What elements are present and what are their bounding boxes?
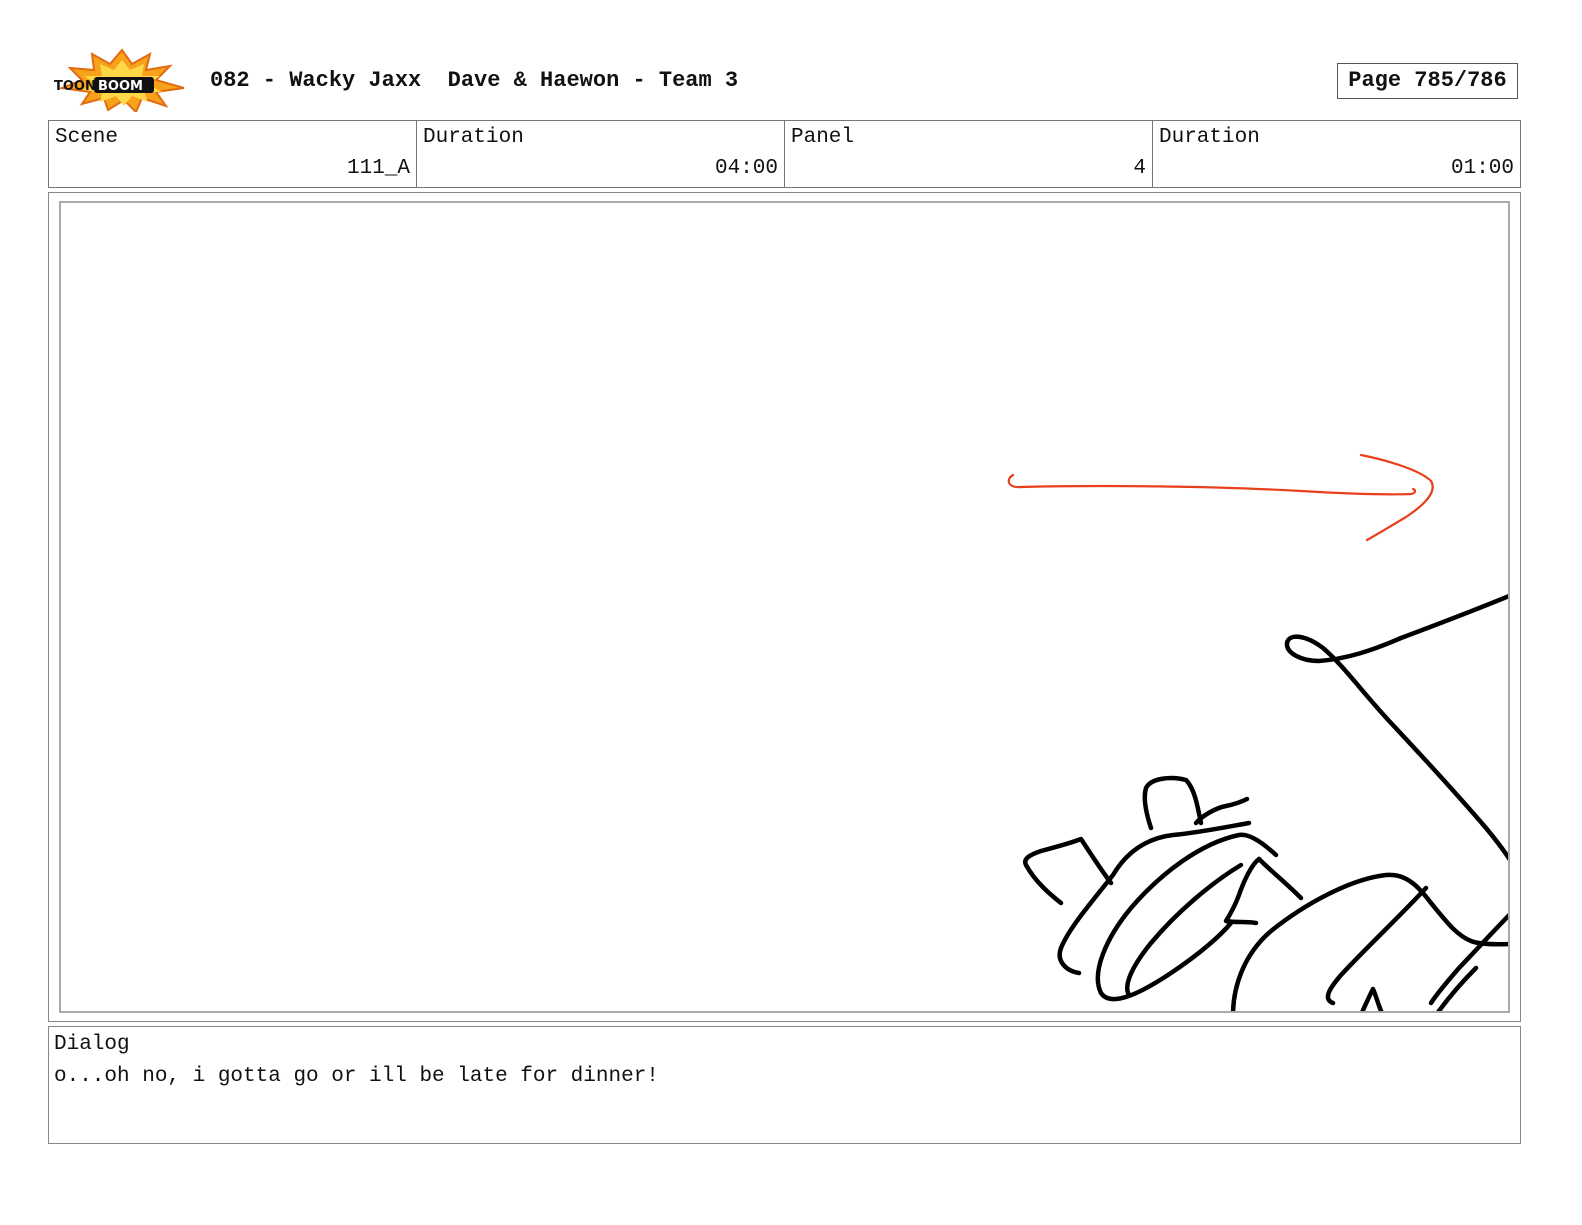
panel-cell: Panel 4 (785, 121, 1153, 187)
panel-label: Panel (791, 126, 855, 149)
storyboard-panel (48, 192, 1521, 1022)
scene-label: Scene (55, 126, 119, 149)
page-header: TOON BOOM 082 - Wacky Jaxx Dave & Haewon… (52, 48, 1532, 114)
dialog-label: Dialog (54, 1033, 130, 1056)
character-sketch (1023, 594, 1508, 1011)
toon-boom-logo: TOON BOOM (52, 48, 192, 114)
scene-value: 111_A (346, 157, 410, 180)
page-title: 082 - Wacky Jaxx Dave & Haewon - Team 3 (210, 68, 739, 93)
panel-duration-cell: Duration 01:00 (1153, 121, 1520, 187)
panel-value: 4 (1133, 157, 1146, 180)
scene-info-table: Scene 111_A Duration 04:00 Panel 4 Durat… (48, 120, 1521, 188)
logo-text-toon: TOON (54, 79, 96, 94)
panel-duration-value: 01:00 (1450, 157, 1514, 180)
svg-text:BOOM: BOOM (98, 79, 143, 94)
page-number: Page 785/786 (1337, 63, 1518, 99)
dialog-box: Dialog o...oh no, i gotta go or ill be l… (48, 1026, 1521, 1144)
panel-drawing-area (59, 201, 1510, 1013)
scene-duration-cell: Duration 04:00 (417, 121, 785, 187)
motion-arrow (1007, 453, 1434, 542)
scene-cell: Scene 111_A (49, 121, 417, 187)
scene-duration-label: Duration (423, 126, 524, 149)
dialog-text: o...oh no, i gotta go or ill be late for… (54, 1065, 659, 1088)
panel-sketch (1007, 453, 1508, 1011)
scene-duration-value: 04:00 (714, 157, 778, 180)
panel-duration-label: Duration (1159, 126, 1260, 149)
